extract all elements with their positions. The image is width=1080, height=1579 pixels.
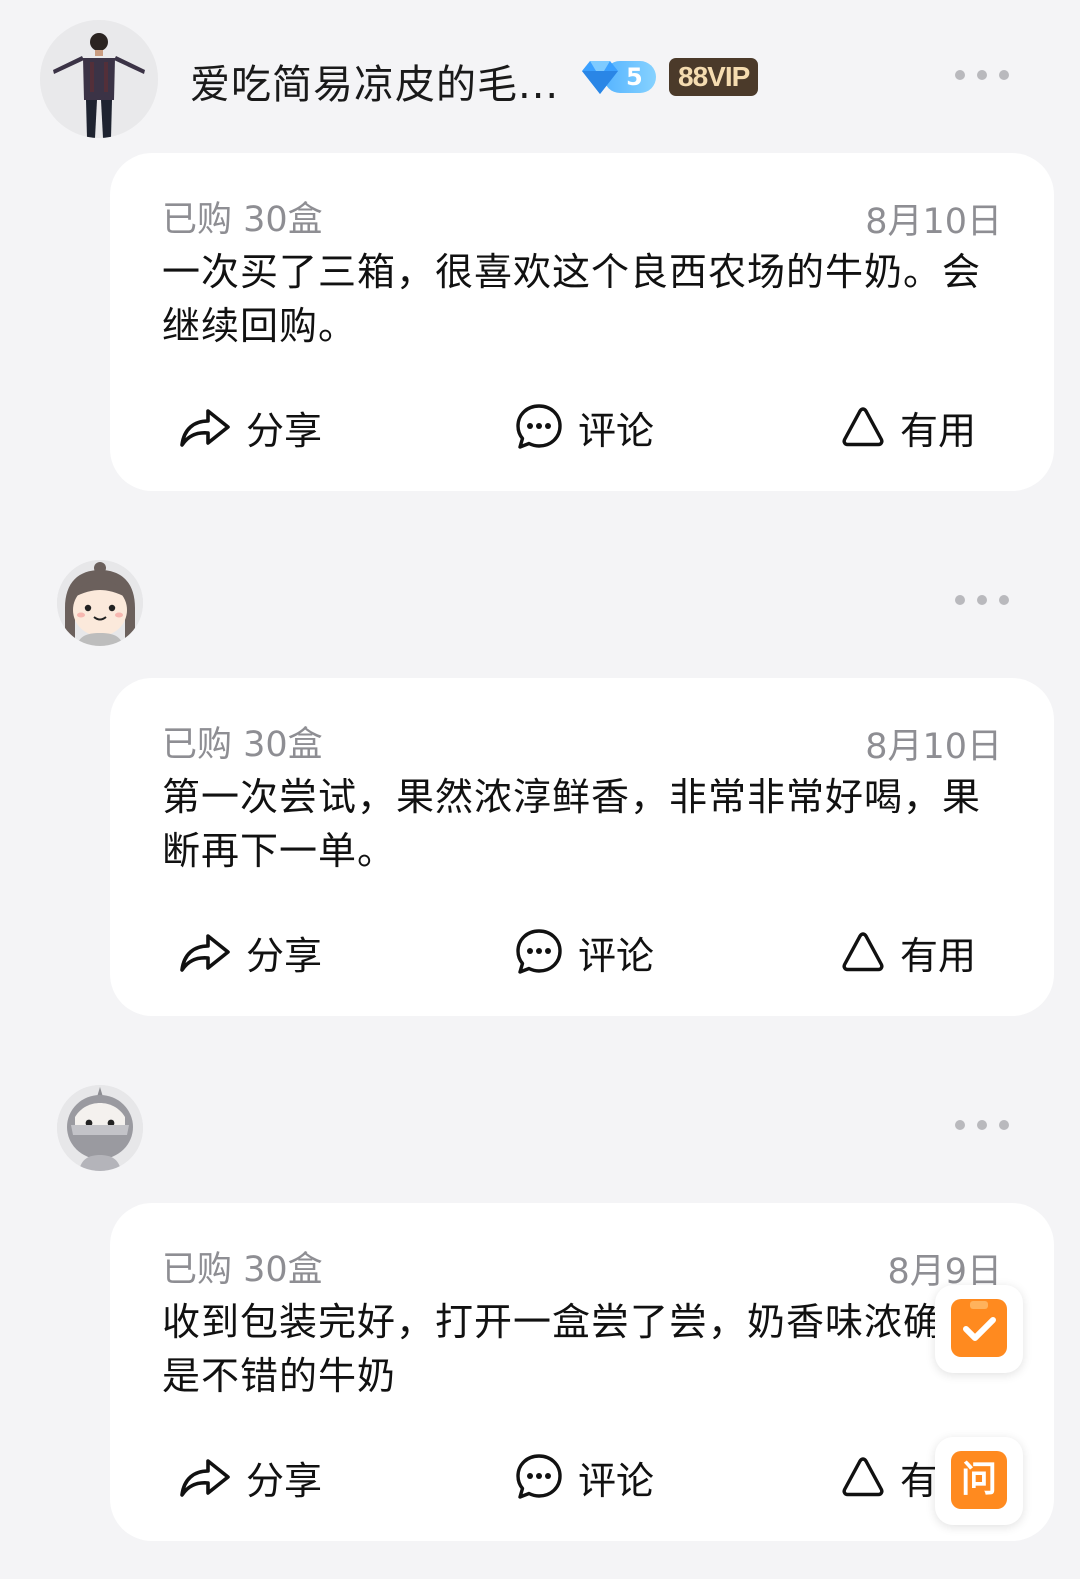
- thumb-up-icon: [842, 1457, 884, 1497]
- user-avatar[interactable]: [57, 1085, 143, 1171]
- comment-icon: [516, 929, 562, 974]
- purchase-info: 已购 30盒: [162, 725, 323, 765]
- share-icon: [180, 409, 230, 447]
- purchase-info: 已购 30盒: [162, 200, 323, 240]
- review-text: 第一次尝试，果然浓淳鲜香，非常非常好喝，果断再下一单。: [162, 775, 982, 873]
- diamond-icon: [582, 61, 618, 94]
- review-date: 8月10日: [865, 727, 1002, 767]
- share-icon: [180, 934, 230, 972]
- more-options-icon[interactable]: [955, 590, 1009, 610]
- review-actions: 分享 评论 有用: [110, 922, 1054, 982]
- comment-icon: [516, 1454, 562, 1499]
- share-label: 分享: [246, 408, 323, 453]
- review-item: 已购 30盒 8月9日 收到包装完好，打开一盒尝了尝，奶香味浓确实是不错的牛奶 …: [0, 1050, 1080, 1541]
- level-badge: 5: [580, 58, 658, 96]
- review-date: 8月10日: [865, 202, 1002, 242]
- review-actions: 分享 评论 有用: [110, 397, 1054, 457]
- review-card: 已购 30盒 8月9日 收到包装完好，打开一盒尝了尝，奶香味浓确实是不错的牛奶 …: [110, 1203, 1054, 1541]
- level-number: 5: [626, 63, 643, 91]
- more-options-icon[interactable]: [955, 1115, 1009, 1135]
- comment-label: 评论: [578, 408, 655, 453]
- review-item: 爱吃简易凉皮的毛... 5 88VIP 已购 30盒 8月10日 一次买了三箱，…: [0, 0, 1080, 491]
- useful-button[interactable]: 有用: [840, 922, 976, 982]
- thumb-up-icon: [842, 932, 884, 972]
- share-icon: [180, 1459, 230, 1497]
- ask-button[interactable]: 问: [935, 1437, 1023, 1525]
- girl-avatar-icon: [57, 560, 143, 646]
- comment-icon: [516, 404, 562, 449]
- vip-badge: 88VIP: [669, 58, 759, 96]
- share-button[interactable]: 分享: [178, 922, 322, 982]
- purchase-info: 已购 30盒: [162, 1250, 323, 1290]
- username[interactable]: 爱吃简易凉皮的毛...: [190, 52, 559, 110]
- checklist-button[interactable]: [935, 1285, 1023, 1373]
- review-text: 一次买了三箱，很喜欢这个良西农场的牛奶。会继续回购。: [162, 250, 982, 348]
- useful-label: 有用: [900, 408, 977, 453]
- share-button[interactable]: 分享: [178, 397, 322, 457]
- ninja-avatar-icon: [57, 1085, 143, 1171]
- comment-button[interactable]: 评论: [514, 922, 654, 982]
- share-button[interactable]: 分享: [178, 1447, 322, 1507]
- useful-label: 有用: [900, 933, 977, 978]
- review-actions: 分享 评论 有: [110, 1447, 1054, 1507]
- person-photo-icon: [40, 20, 158, 138]
- comment-button[interactable]: 评论: [514, 397, 654, 457]
- review-item: 已购 30盒 8月10日 第一次尝试，果然浓淳鲜香，非常非常好喝，果断再下一单。…: [0, 525, 1080, 1016]
- user-avatar[interactable]: [40, 20, 158, 138]
- useful-button[interactable]: 有: [840, 1447, 938, 1507]
- user-avatar[interactable]: [57, 560, 143, 646]
- more-options-icon[interactable]: [955, 65, 1009, 85]
- comment-button[interactable]: 评论: [514, 1447, 654, 1507]
- review-text: 收到包装完好，打开一盒尝了尝，奶香味浓确实是不错的牛奶: [162, 1300, 982, 1398]
- checklist-icon: [963, 1301, 996, 1341]
- review-card: 已购 30盒 8月10日 一次买了三箱，很喜欢这个良西农场的牛奶。会继续回购。 …: [110, 153, 1054, 491]
- review-header: 爱吃简易凉皮的毛... 5 88VIP: [0, 0, 1080, 150]
- useful-label: 有: [900, 1458, 939, 1503]
- review-header: [0, 1050, 1080, 1200]
- useful-button[interactable]: 有用: [840, 397, 976, 457]
- share-label: 分享: [246, 933, 323, 978]
- comment-label: 评论: [578, 933, 655, 978]
- ask-label: 问: [960, 1459, 997, 1500]
- thumb-up-icon: [842, 407, 884, 447]
- review-header: [0, 525, 1080, 675]
- review-card: 已购 30盒 8月10日 第一次尝试，果然浓淳鲜香，非常非常好喝，果断再下一单。…: [110, 678, 1054, 1016]
- comment-label: 评论: [578, 1458, 655, 1503]
- share-label: 分享: [246, 1458, 323, 1503]
